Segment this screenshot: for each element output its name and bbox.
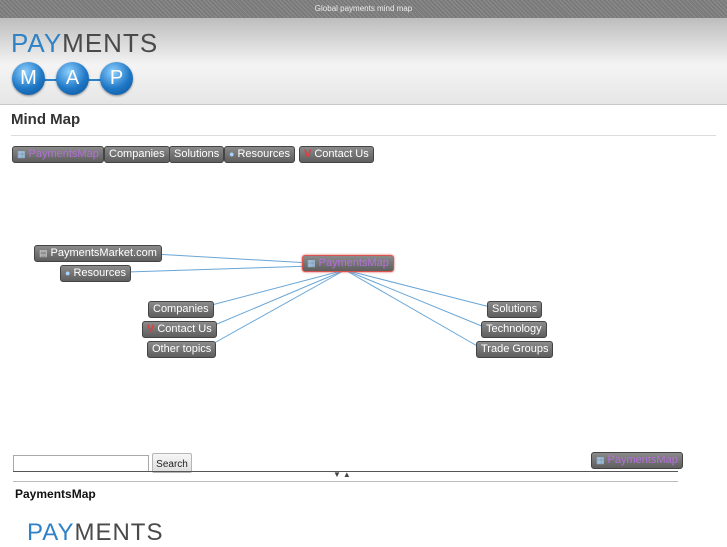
map-node-trade-groups[interactable]: Trade Groups: [476, 341, 554, 358]
connector-trade: [344, 269, 480, 348]
connector-solutions: [344, 269, 491, 308]
window-icon: ▦: [307, 258, 316, 268]
chevron-down-icon: ▼: [333, 470, 343, 479]
map-node-technology[interactable]: Technology: [481, 321, 547, 338]
map-node-companies[interactable]: Companies: [148, 301, 214, 318]
connector-other: [206, 269, 346, 348]
splitter-toggle[interactable]: ▼▲: [333, 470, 353, 479]
map-node-label: Solutions: [492, 303, 538, 315]
map-node-label: Companies: [153, 303, 209, 315]
connector-technology: [344, 269, 485, 328]
map-node-label: Trade Groups: [481, 343, 549, 355]
map-node-center[interactable]: ▦ PaymentsMap: [302, 255, 394, 272]
connector-contact: [209, 269, 346, 328]
current-node-label: PaymentsMap: [607, 454, 678, 466]
map-node-label: Resources: [73, 267, 127, 279]
map-node-label: Technology: [486, 323, 542, 335]
map-node-solutions[interactable]: Solutions: [487, 301, 543, 318]
map-node-resources[interactable]: ● Resources: [60, 265, 132, 282]
map-node-other-topics[interactable]: Other topics: [147, 341, 217, 358]
detail-logo-dark: MENTS: [74, 519, 164, 546]
detail-logo-blue: PAY: [27, 519, 75, 546]
link-icon: ▤: [39, 248, 48, 258]
chevron-up-icon: ▲: [342, 470, 353, 479]
map-node-contact-us[interactable]: V Contact Us: [142, 321, 217, 338]
map-node-label: PaymentsMarket.com: [50, 247, 157, 259]
globe-icon: ●: [65, 268, 71, 278]
map-node-label: Other topics: [152, 343, 212, 355]
connector-companies: [203, 269, 346, 308]
window-icon: ▦: [596, 455, 605, 465]
map-node-label: Contact Us: [157, 323, 212, 335]
detail-divider: [13, 481, 678, 482]
detail-title: PaymentsMap: [15, 487, 96, 501]
map-node-paymentsmarket[interactable]: ▤ PaymentsMarket.com: [34, 245, 162, 262]
detail-logo: PAYMENTS: [27, 519, 163, 547]
v-icon: V: [147, 323, 155, 335]
current-node-badge[interactable]: ▦ PaymentsMap: [591, 452, 683, 469]
map-node-label: PaymentsMap: [318, 257, 389, 269]
search-button[interactable]: Search: [152, 453, 192, 473]
search-input[interactable]: [13, 455, 149, 472]
